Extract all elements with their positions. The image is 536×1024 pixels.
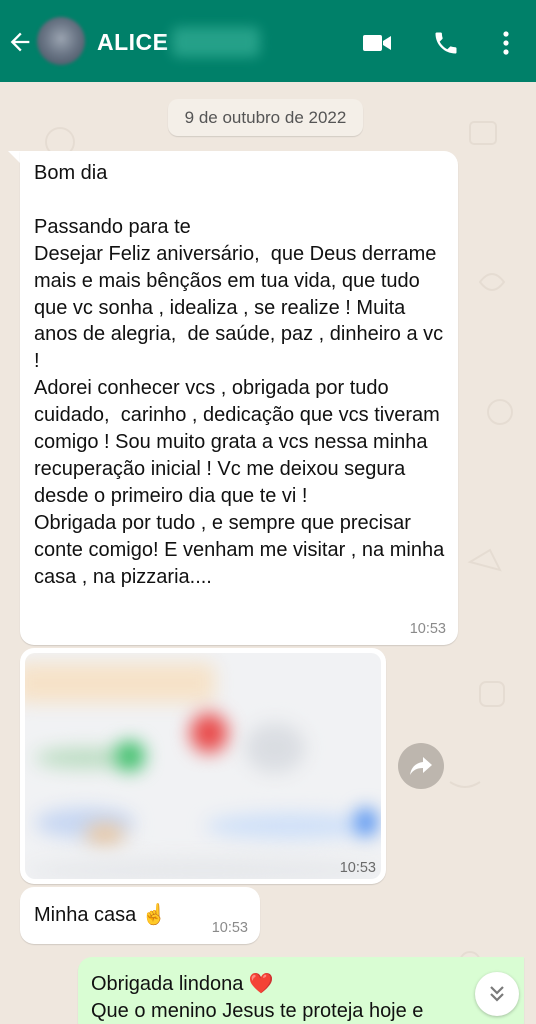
chat-header: ALICE (0, 0, 536, 82)
more-vert-icon (503, 31, 509, 55)
message-text: Bom dia Passando para te Desejar Feliz a… (34, 162, 445, 588)
video-call-button[interactable] (361, 27, 393, 59)
avatar[interactable] (37, 17, 85, 65)
message-time: 10:53 (211, 920, 248, 936)
voice-call-button[interactable] (430, 27, 462, 59)
more-options-button[interactable] (490, 27, 522, 59)
outgoing-message[interactable]: Obrigada lindona ❤️ Que o menino Jesus t… (78, 957, 524, 1024)
forward-button[interactable] (398, 743, 444, 789)
back-button[interactable] (6, 28, 34, 56)
date-chip: 9 de outubro de 2022 (168, 99, 363, 136)
voice-call-icon (435, 32, 457, 54)
contact-name-redaction (172, 27, 260, 57)
video-call-icon (363, 35, 391, 51)
back-arrow-icon (10, 32, 30, 52)
incoming-message[interactable]: Minha casa ☝️ 10:53 (20, 887, 260, 944)
forward-icon (410, 757, 432, 775)
message-text: Obrigada lindona ❤️ Que o menino Jesus t… (91, 973, 424, 1022)
scroll-to-bottom-button[interactable] (475, 972, 519, 1016)
message-time: 10:53 (339, 860, 376, 876)
message-time: 10:53 (409, 621, 446, 637)
double-chevron-down-icon (490, 986, 504, 1002)
shared-image-blurred[interactable] (25, 653, 381, 879)
incoming-message[interactable]: Bom dia Passando para te Desejar Feliz a… (20, 151, 458, 645)
incoming-image-message[interactable]: 10:53 (20, 648, 386, 884)
contact-name[interactable]: ALICE (97, 29, 169, 56)
